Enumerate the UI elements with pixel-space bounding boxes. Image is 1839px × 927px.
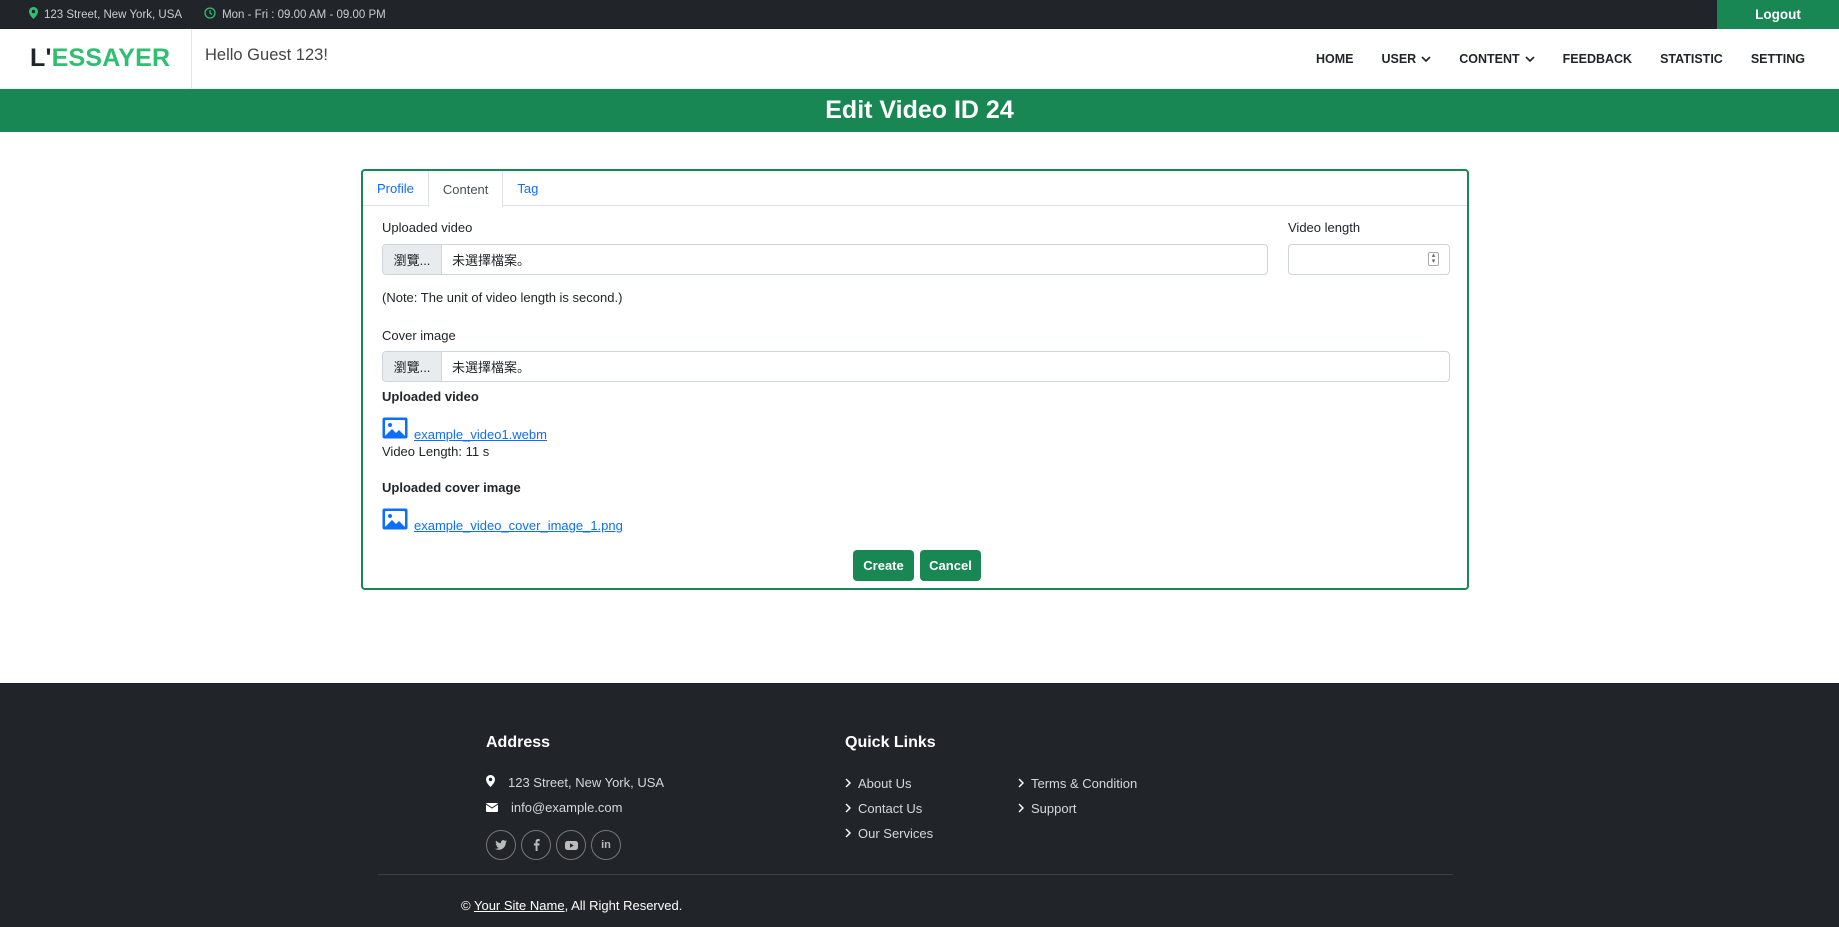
uploaded-cover-link[interactable]: example_video_cover_image_1.png (414, 518, 623, 533)
footer-link-support[interactable]: Support (1018, 801, 1077, 816)
uploaded-video-link[interactable]: example_video1.webm (414, 427, 547, 442)
footer-link-support-label: Support (1031, 801, 1077, 816)
navbar: L' ESSAYER Hello Guest 123! HOME USER CON… (0, 28, 1839, 89)
chevron-right-icon (1018, 776, 1025, 791)
footer-email: info@example.com (485, 800, 623, 815)
brand-part1: L' (30, 44, 52, 72)
nav-links: HOME USER CONTENT FEEDBACK STATISTIC SET… (1302, 52, 1839, 66)
logout-button[interactable]: Logout (1717, 0, 1839, 29)
site-name-link[interactable]: Your Site Name (474, 898, 565, 913)
topbar-info: 123 Street, New York, USA Mon - Fri : 09… (29, 7, 386, 22)
nav-user-label: USER (1381, 51, 1417, 66)
chevron-right-icon (845, 801, 852, 816)
map-marker-icon (486, 775, 495, 790)
topbar-hours-text: Mon - Fri : 09.00 AM - 09.00 PM (222, 8, 386, 21)
footer-email-text: info@example.com (511, 800, 623, 815)
footer-link-contact[interactable]: Contact Us (845, 801, 922, 816)
nav-statistic-label: STATISTIC (1660, 51, 1723, 66)
clock-icon (204, 7, 216, 22)
cover-file-status: 未選擇檔案。 (452, 360, 531, 375)
footer-divider (378, 874, 1453, 875)
tab-bar: Profile Content Tag (363, 171, 1467, 207)
cover-file-input[interactable]: 瀏覽... 未選擇檔案。 (382, 351, 1450, 382)
chevron-right-icon (1018, 801, 1025, 816)
footer-link-services[interactable]: Our Services (845, 826, 933, 841)
nav-user[interactable]: USER (1367, 52, 1445, 66)
copyright: © Your Site Name, All Right Reserved. (461, 898, 682, 913)
footer-link-terms[interactable]: Terms & Condition (1018, 776, 1137, 791)
video-length-note: (Note: The unit of video length is secon… (382, 290, 623, 305)
footer-link-about[interactable]: About Us (845, 776, 911, 791)
footer: Address 123 Street, New York, USA info@e… (0, 683, 1839, 927)
video-file-input[interactable]: 瀏覽... 未選擇檔案。 (382, 244, 1268, 275)
footer-quick-links-heading: Quick Links (845, 734, 936, 751)
tab-content[interactable]: Content (427, 171, 504, 207)
twitter-icon[interactable] (486, 830, 516, 860)
footer-address-heading: Address (486, 734, 551, 751)
cover-image-label: Cover image (382, 328, 456, 343)
footer-link-terms-label: Terms & Condition (1031, 776, 1138, 791)
video-length-input[interactable]: ▴ ▾ (1288, 244, 1450, 275)
topbar-hours: Mon - Fri : 09.00 AM - 09.00 PM (204, 7, 386, 22)
map-marker-icon (29, 7, 38, 22)
nav-setting[interactable]: SETTING (1737, 52, 1819, 66)
chevron-right-icon (845, 826, 852, 841)
video-length-label: Video length (1288, 220, 1361, 235)
footer-address: 123 Street, New York, USA (486, 775, 664, 790)
nav-home[interactable]: HOME (1302, 52, 1368, 66)
cancel-button[interactable]: Cancel (920, 550, 981, 581)
chevron-down-icon (1421, 52, 1431, 66)
brand-logo[interactable]: L' ESSAYER (0, 28, 192, 89)
uploaded-cover-heading: Uploaded cover image (382, 480, 521, 495)
social-links: in (486, 830, 621, 860)
topbar: 123 Street, New York, USA Mon - Fri : 09… (0, 0, 1839, 29)
video-file-status: 未選擇檔案。 (452, 253, 531, 268)
footer-link-about-label: About Us (858, 776, 912, 791)
facebook-icon[interactable] (521, 830, 551, 860)
greeting-text: Hello Guest 123! (205, 46, 328, 64)
tab-tag[interactable]: Tag (503, 171, 552, 206)
page-title-banner: Edit Video ID 24 (0, 89, 1839, 132)
nav-content-label: CONTENT (1459, 51, 1520, 66)
spinner-icon[interactable]: ▴ ▾ (1428, 252, 1439, 266)
nav-setting-label: SETTING (1750, 51, 1805, 66)
nav-feedback-label: FEEDBACK (1562, 51, 1633, 66)
create-button[interactable]: Create (853, 550, 914, 581)
uploaded-cover-row: example_video_cover_image_1.png (382, 508, 623, 533)
topbar-address: 123 Street, New York, USA (29, 7, 182, 22)
linkedin-icon[interactable]: in (591, 830, 621, 860)
cover-browse-button[interactable]: 瀏覽... (383, 352, 442, 381)
footer-link-contact-label: Contact Us (858, 801, 923, 816)
chevron-down-icon (1525, 52, 1535, 66)
video-browse-button[interactable]: 瀏覽... (383, 245, 442, 274)
envelope-icon (485, 800, 499, 815)
nav-feedback[interactable]: FEEDBACK (1549, 52, 1646, 66)
footer-link-services-label: Our Services (858, 826, 934, 841)
copyright-symbol: © (461, 898, 471, 913)
nav-content[interactable]: CONTENT (1445, 52, 1548, 66)
uploaded-video-label: Uploaded video (382, 220, 473, 235)
uploaded-video-row: example_video1.webm (382, 417, 547, 442)
youtube-icon[interactable] (556, 830, 586, 860)
page-title: Edit Video ID 24 (825, 96, 1014, 124)
nav-statistic[interactable]: STATISTIC (1646, 52, 1737, 66)
footer-address-text: 123 Street, New York, USA (508, 775, 665, 790)
image-icon (382, 508, 408, 530)
image-icon (382, 417, 408, 439)
chevron-right-icon (845, 776, 852, 791)
brand-part2: ESSAYER (51, 44, 171, 72)
tab-profile[interactable]: Profile (363, 171, 428, 206)
copyright-suffix: , All Right Reserved. (564, 898, 683, 913)
nav-home-label: HOME (1315, 51, 1354, 66)
uploaded-video-heading: Uploaded video (382, 389, 479, 404)
edit-video-card: Profile Content Tag Uploaded video Video… (361, 169, 1469, 590)
topbar-address-text: 123 Street, New York, USA (44, 8, 183, 21)
video-length-text: Video Length: 11 s (382, 444, 490, 459)
